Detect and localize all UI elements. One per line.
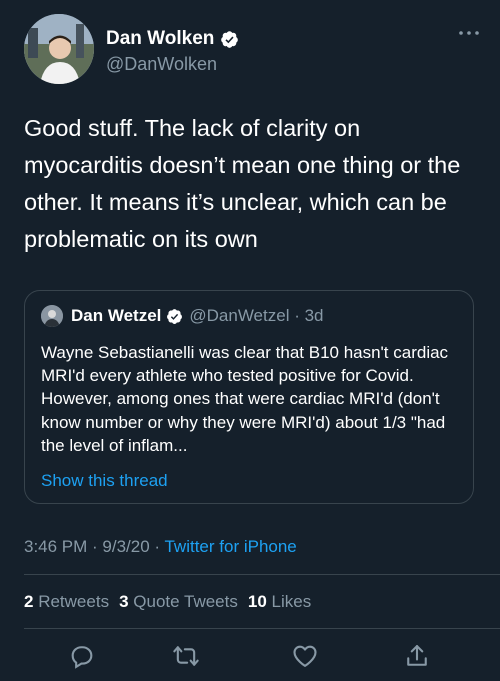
likes-label: Likes: [271, 592, 312, 611]
author-handle[interactable]: @DanWolken: [106, 54, 217, 75]
author-name[interactable]: Dan Wolken: [106, 28, 214, 50]
divider: [24, 574, 500, 575]
like-button[interactable]: [291, 642, 319, 670]
tweet-timestamp[interactable]: 3:46 PM · 9/3/20 ·: [24, 537, 164, 556]
quoted-avatar: [41, 305, 63, 327]
quoted-text: Wayne Sebastianelli was clear that B10 h…: [41, 343, 449, 455]
share-icon: [407, 645, 427, 666]
more-icon[interactable]: [458, 28, 480, 38]
tweet-header: Dan Wolken @DanWolken: [24, 14, 480, 84]
like-icon: [293, 645, 317, 667]
tweet-text: Good stuff. The lack of clarity on myoca…: [24, 115, 461, 252]
likes-count: 10: [247, 592, 267, 611]
retweets-label: Retweets: [38, 592, 110, 611]
share-button[interactable]: [403, 642, 431, 670]
quote-tweets-stat[interactable]: 3 Quote Tweets: [119, 592, 238, 612]
retweets-count: 2: [24, 592, 34, 611]
quote-tweets-count: 3: [119, 592, 129, 611]
reply-button[interactable]: [68, 642, 96, 670]
reply-icon: [71, 646, 93, 669]
retweet-icon: [173, 646, 199, 666]
likes-stat[interactable]: 10 Likes: [248, 592, 311, 612]
tweet-source[interactable]: Twitter for iPhone: [164, 537, 296, 556]
divider: [24, 628, 500, 629]
quoted-handle-time: @DanWetzel · 3d: [189, 306, 324, 325]
quoted-author-name: Dan Wetzel: [71, 306, 162, 325]
show-thread-link[interactable]: Show this thread: [41, 471, 168, 491]
verified-icon: [167, 308, 183, 324]
verified-icon: [221, 30, 239, 48]
retweet-button[interactable]: [172, 642, 200, 670]
avatar[interactable]: [24, 14, 94, 84]
quoted-tweet[interactable]: Dan Wetzel @DanWetzel · 3d Wayne Sebasti…: [24, 290, 474, 504]
tweet-stats: 2 Retweets 3 Quote Tweets 10 Likes: [24, 592, 321, 612]
tweet-meta: 3:46 PM · 9/3/20 · Twitter for iPhone: [24, 537, 297, 557]
action-bar: [0, 642, 500, 672]
retweets-stat[interactable]: 2 Retweets: [24, 592, 109, 612]
quote-tweets-label: Quote Tweets: [133, 592, 238, 611]
